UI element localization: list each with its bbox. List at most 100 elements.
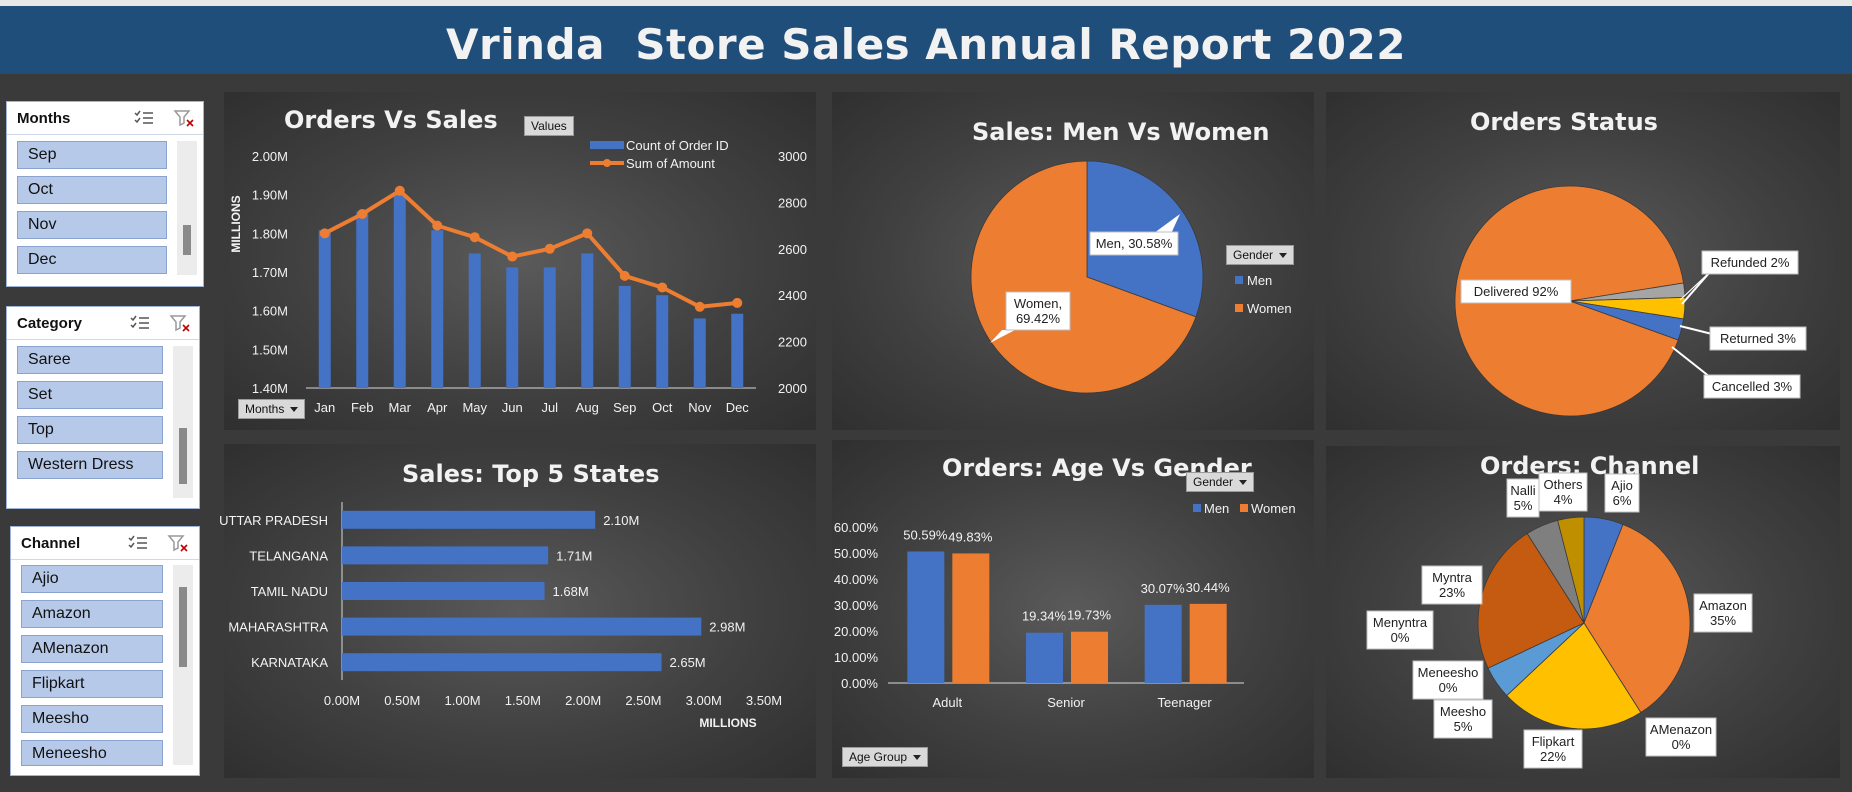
bar-orders	[693, 318, 706, 388]
x-tick-label: Aug	[576, 400, 599, 415]
data-label-others: Others	[1543, 477, 1583, 492]
bar-men	[1144, 604, 1182, 683]
point-sales	[432, 220, 443, 231]
bar-orders	[393, 193, 406, 388]
legend-swatch-orders	[590, 141, 624, 149]
bar-value-label: 19.73%	[1067, 608, 1112, 623]
x-tick-label: 1.50M	[505, 693, 541, 708]
data-label-amenazon: AMenazon	[1650, 722, 1712, 737]
y-tick-label: 30.00%	[834, 598, 879, 613]
data-label-meneesho: Meneesho	[1418, 665, 1479, 680]
data-label-flipkart: 22%	[1540, 749, 1566, 764]
bar-value-label: 30.44%	[1186, 580, 1231, 595]
bar-value-label: 30.07%	[1141, 581, 1186, 596]
x-tick-label: 2.00M	[565, 693, 601, 708]
y-tick-label: 2.00M	[252, 149, 288, 164]
x-tick-label: Mar	[389, 400, 412, 415]
line-sales	[323, 188, 738, 309]
x-tick-label: Apr	[427, 400, 448, 415]
bar-value-label: 50.59%	[903, 527, 948, 542]
data-label-myntra: 23%	[1439, 585, 1465, 600]
bar-orders	[543, 267, 556, 388]
state-label: TELANGANA	[249, 548, 328, 563]
data-label-amazon: 35%	[1710, 613, 1736, 628]
x-tick-label: 2.50M	[625, 693, 661, 708]
point-sales	[544, 243, 555, 254]
legend-orders: Count of Order ID	[626, 138, 729, 153]
point-sales	[357, 209, 368, 219]
bar-men	[1026, 632, 1063, 683]
x-tick-label: May	[462, 400, 487, 415]
data-label-meesho: 5%	[1454, 719, 1473, 734]
data-label-menyntra: 0%	[1391, 630, 1410, 645]
y-tick-label: 50.00%	[834, 546, 879, 561]
state-label: MAHARASHTRA	[228, 620, 328, 635]
x-tick-label: Teenager	[1158, 695, 1213, 710]
data-label-women: 69.42%	[1016, 311, 1061, 326]
bar-value-label: 1.71M	[556, 548, 592, 563]
point-sales	[619, 270, 630, 281]
state-label: UTTAR PRADESH	[219, 513, 328, 528]
data-label-delivered: Delivered 92%	[1474, 284, 1559, 299]
bar-state	[342, 546, 549, 565]
data-label-flipkart: Flipkart	[1532, 734, 1575, 749]
y-tick-label: 1.40M	[252, 381, 288, 396]
point-sales	[694, 301, 705, 312]
bar-value-label: 2.65M	[670, 655, 706, 670]
x-tick-label: 0.00M	[324, 693, 360, 708]
y2-tick-label: 3000	[778, 149, 807, 164]
y-tick-label: 10.00%	[834, 650, 879, 665]
x-tick-label: Dec	[726, 400, 750, 415]
y-tick-label: 1.70M	[252, 265, 288, 280]
data-label-ajio: Ajio	[1611, 478, 1633, 493]
legend-sales: Sum of Amount	[626, 156, 715, 171]
leader-cancelled-line	[1671, 346, 1711, 378]
bar-state	[342, 582, 545, 600]
y2-tick-label: 2200	[778, 335, 807, 350]
x-tick-label: Sep	[613, 400, 636, 415]
data-label-amazon: Amazon	[1699, 598, 1747, 613]
y-tick-label: 40.00%	[834, 572, 879, 587]
bar-women	[1071, 631, 1108, 683]
legend-men: Men	[1247, 273, 1272, 288]
leader-returned-line	[1679, 325, 1713, 335]
data-label-amenazon: 0%	[1672, 737, 1691, 752]
point-sales	[394, 185, 405, 196]
x-tick-label: 3.50M	[746, 693, 782, 708]
y-tick-label: 1.90M	[252, 188, 288, 203]
data-label-ajio: 6%	[1613, 493, 1632, 508]
y-tick-label: 20.00%	[834, 624, 879, 639]
bar-state	[342, 617, 702, 636]
y2-tick-label: 2600	[778, 242, 807, 257]
x-tick-label: Feb	[351, 400, 373, 415]
bar-state	[342, 653, 662, 672]
x-tick-label: Senior	[1047, 695, 1085, 710]
bar-orders	[581, 253, 594, 388]
legend-women: Women	[1247, 301, 1292, 316]
data-label-menyntra: Menyntra	[1373, 615, 1428, 630]
x-axis-title: MILLIONS	[699, 716, 756, 730]
legend-swatch-women	[1240, 504, 1248, 512]
bar-orders	[506, 267, 519, 388]
bar-value-label: 2.98M	[709, 620, 745, 635]
bar-value-label: 19.34%	[1022, 609, 1067, 624]
data-label-women: Women,	[1014, 296, 1062, 311]
data-label-meneesho: 0%	[1439, 680, 1458, 695]
bar-state	[342, 510, 596, 529]
bar-orders	[431, 230, 444, 388]
y2-tick-label: 2400	[778, 288, 807, 303]
bar-orders	[656, 295, 669, 388]
x-tick-label: Adult	[933, 695, 963, 710]
bar-orders	[356, 211, 369, 388]
legend-swatch-women	[1235, 304, 1243, 312]
leader-refunded-line	[1681, 271, 1711, 305]
y-axis-title: MILLIONS	[229, 195, 243, 252]
x-tick-label: Jul	[541, 400, 558, 415]
x-tick-label: 1.00M	[445, 693, 481, 708]
data-label-men: Men, 30.58%	[1096, 236, 1173, 251]
x-tick-label: 0.50M	[384, 693, 420, 708]
y-tick-label: 1.80M	[252, 226, 288, 241]
legend-women: Women	[1251, 501, 1296, 516]
data-label-meesho: Meesho	[1440, 704, 1486, 719]
point-sales	[507, 251, 518, 262]
